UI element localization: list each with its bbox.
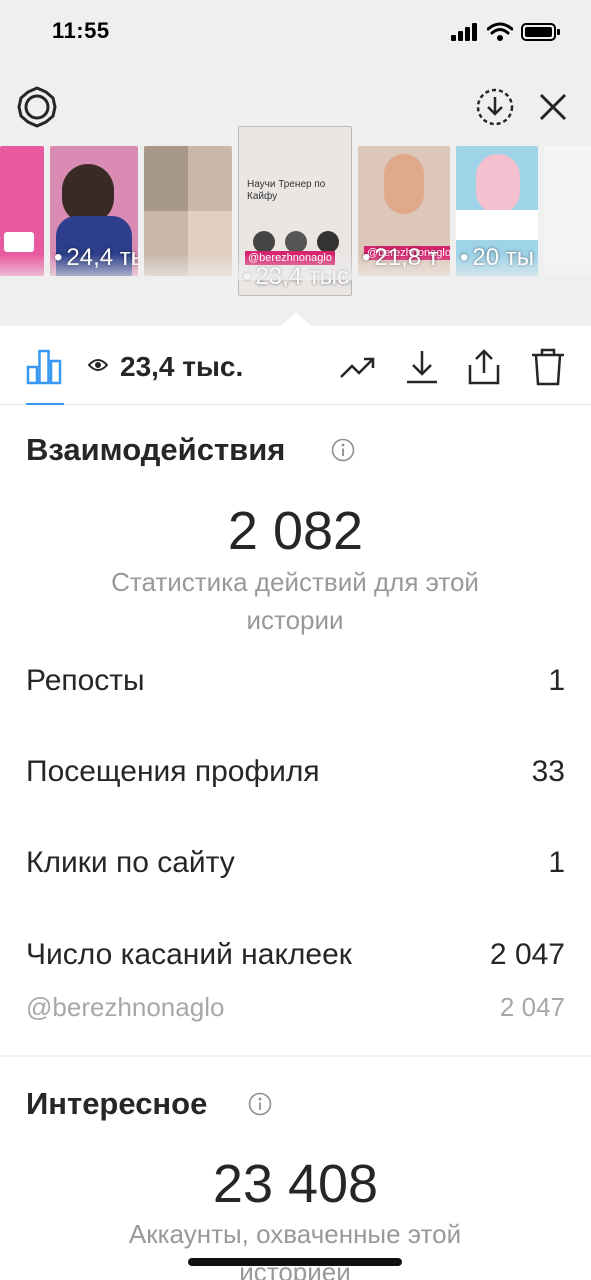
stat-value: 2 047 [499, 992, 565, 1022]
signal-icon [451, 23, 477, 41]
highlight-circle [285, 231, 307, 253]
status-icons [451, 22, 561, 42]
discovery-total: 23 408 [212, 1154, 379, 1214]
highlight-circle [317, 231, 339, 253]
photo-grid-cell [144, 146, 188, 211]
share-icon[interactable] [464, 347, 504, 387]
discovery-caption: Аккаунты, охваченные этой историей [128, 1219, 462, 1280]
selection-pointer [280, 312, 312, 327]
stat-label: @berezhnonaglo [26, 992, 225, 1022]
eye-icon: • [243, 263, 252, 290]
close-icon[interactable] [532, 86, 574, 128]
story-toolbar [0, 82, 591, 132]
info-icon[interactable] [248, 1092, 272, 1116]
bar-chart-icon[interactable] [26, 347, 62, 385]
story-views: • 21,8 т [362, 244, 439, 271]
stat-row-website-clicks: Клики по сайту 1 [26, 846, 565, 886]
story-thumbnail[interactable]: • 20 ты [456, 146, 538, 276]
section-divider [0, 1055, 591, 1057]
active-tab-indicator [26, 403, 64, 405]
stat-row-profile-visits: Посещения профиля 33 [26, 755, 565, 795]
story-views: •24,4 тыс. [54, 244, 138, 271]
stat-label: Репосты [26, 664, 145, 697]
stat-value: 1 [548, 664, 565, 697]
stories-strip: •24,4 тыс. Научи Тренер по Кайфу @berezh… [0, 126, 591, 298]
story-thumbnail[interactable]: @berezhnonaglo • 21,8 т [358, 146, 450, 276]
eye-icon: • [54, 244, 63, 271]
eye-icon: • [460, 244, 469, 271]
stat-value: 2 047 [489, 938, 565, 971]
photo-grid-cell [188, 211, 232, 276]
person-photo [62, 164, 114, 224]
wifi-icon [487, 22, 513, 41]
interactions-total: 2 082 [227, 501, 364, 561]
story-thumbnail[interactable] [144, 146, 232, 276]
stat-label: Клики по сайту [26, 846, 235, 879]
stat-row-sticker-taps: Число касаний наклеек 2 047 [26, 938, 565, 978]
sticker-shape [4, 232, 34, 252]
download-circle-icon[interactable] [474, 86, 516, 128]
stat-row-sticker-mention: @berezhnonaglo 2 047 [26, 992, 565, 1032]
trending-icon[interactable] [338, 347, 378, 387]
story-views: • 20 ты [460, 244, 535, 271]
story-views: • 23,4 тыс. [243, 263, 352, 290]
eye-icon [88, 359, 108, 371]
interactions-caption: Статистика действий для этой истории [111, 567, 479, 635]
reach-count: 23,4 тыс. [120, 351, 244, 382]
highlight-circle [253, 231, 275, 253]
discovery-title: Интересное [26, 1086, 208, 1121]
stat-value: 33 [531, 755, 565, 788]
download-icon[interactable] [402, 347, 442, 387]
eye-icon: • [362, 244, 371, 271]
home-indicator[interactable] [188, 1258, 402, 1266]
stat-value: 1 [548, 846, 565, 879]
status-time: 11:55 [52, 18, 110, 43]
info-icon[interactable] [331, 438, 355, 462]
story-banner [456, 210, 538, 240]
story-thumbnail[interactable]: •24,4 тыс. [50, 146, 138, 276]
person-photo [476, 154, 520, 214]
stat-row-reposts: Репосты 1 [26, 664, 565, 704]
trash-icon[interactable] [528, 347, 568, 387]
story-thumbnail[interactable] [0, 146, 44, 276]
settings-gear-icon[interactable] [16, 86, 58, 128]
story-thumbnail[interactable] [544, 146, 591, 276]
stat-label: Число касаний наклеек [26, 938, 352, 971]
stat-label: Посещения профиля [26, 755, 320, 788]
interactions-title: Взаимодействия [26, 432, 286, 467]
story-action-bar: 23,4 тыс. [0, 327, 591, 405]
story-thumbnail-selected[interactable]: Научи Тренер по Кайфу @berezhnonaglo • 23… [238, 126, 352, 296]
battery-icon [521, 23, 560, 41]
story-text: Научи Тренер по Кайфу [247, 179, 326, 202]
status-bar: 11:55 [0, 0, 591, 62]
person-photo [384, 154, 424, 214]
